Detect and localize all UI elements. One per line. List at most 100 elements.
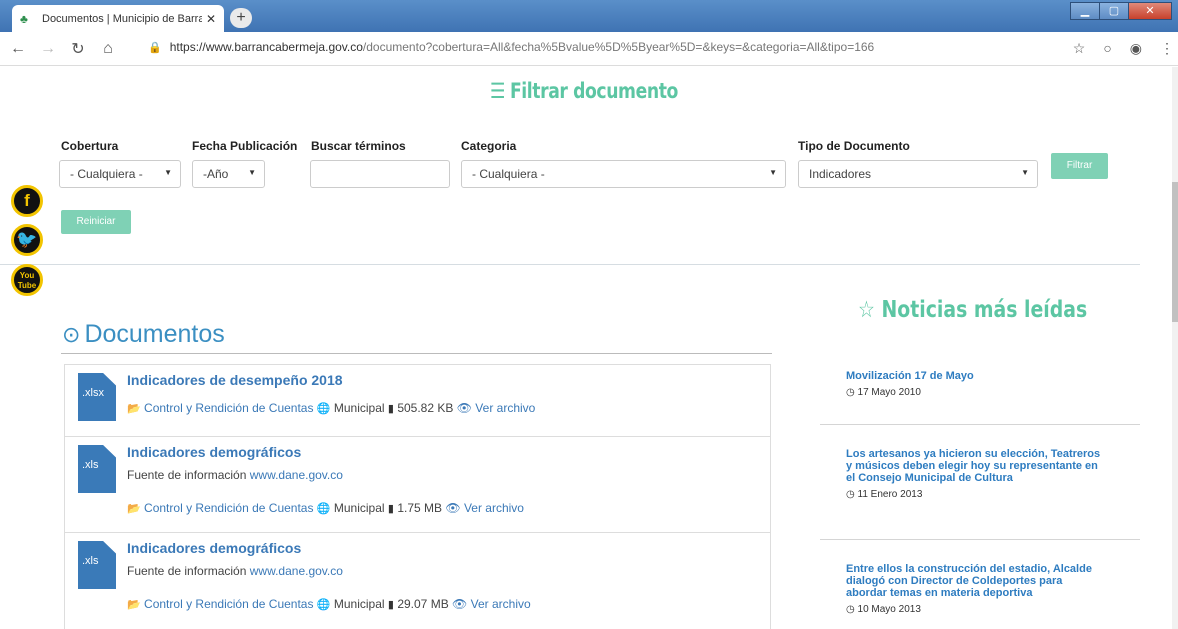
news-title-link[interactable]: Movilización 17 de Mayo: [846, 370, 1106, 382]
file-xlsx-icon: .xlsx: [78, 373, 116, 421]
category-link[interactable]: Control y Rendición de Cuentas: [144, 597, 313, 611]
toolbar-right-icons: ☆ ○ ◉ ⋮: [1073, 40, 1174, 57]
file-icon: ▮: [387, 599, 394, 611]
close-window-button[interactable]: ✕: [1128, 2, 1172, 20]
dot-circle-icon: ⊙: [62, 322, 81, 347]
extension-icon[interactable]: ○: [1103, 40, 1111, 57]
eye-icon: 👁: [445, 501, 461, 515]
home-icon[interactable]: ⌂: [96, 40, 120, 58]
document-title-link[interactable]: Indicadores de desempeño 2018: [127, 372, 343, 388]
youtube-icon[interactable]: You Tube: [11, 264, 43, 296]
back-icon[interactable]: ←: [6, 40, 30, 58]
globe-icon: 🌐: [316, 503, 331, 515]
divider: [820, 539, 1140, 540]
document-meta: 📂 Control y Rendición de Cuentas 🌐 Munic…: [127, 401, 535, 415]
url-host: https://www.barrancabermeja.gov.co: [169, 40, 363, 54]
buscar-label: Buscar términos: [311, 139, 406, 153]
view-file-link[interactable]: Ver archivo: [471, 597, 531, 611]
news-title-text: Noticias más leídas: [881, 297, 1088, 323]
news-date: ◷ 11 Enero 2013: [846, 489, 1106, 500]
news-date: ◷ 17 Mayo 2010: [846, 387, 1106, 398]
url-path: /documento?cobertura=All&fecha%5Bvalue%5…: [362, 40, 875, 54]
fecha-value: -Año: [203, 167, 229, 181]
news-title: ☆ Noticias más leídas: [858, 297, 1087, 323]
globe-icon: 🌐: [316, 403, 331, 415]
filter-title-text: Filtrar documento: [509, 79, 678, 103]
search-terms-input[interactable]: [310, 160, 450, 188]
file-xls-icon: .xls: [78, 541, 116, 589]
tab-title: Documentos | Municipio de Barra: [42, 12, 202, 25]
reiniciar-button[interactable]: Reiniciar: [61, 210, 131, 234]
file-icon: ▮: [387, 403, 394, 415]
fecha-select[interactable]: -Año ▼: [192, 160, 265, 188]
news-title-link[interactable]: Entre ellos la construcción del estadio,…: [846, 563, 1106, 599]
youtube-tube-text: Tube: [17, 281, 37, 290]
youtube-you-text: You: [19, 271, 35, 280]
chevron-down-icon: ▼: [769, 168, 777, 177]
fecha-label: Fecha Publicación: [192, 139, 298, 153]
description-text: Fuente de información: [127, 564, 247, 578]
star-icon: ☆: [858, 297, 882, 323]
news-date: ◷ 10 Mayo 2013: [846, 604, 1106, 615]
forward-icon[interactable]: →: [36, 40, 60, 58]
cobertura-select[interactable]: - Cualquiera - ▼: [59, 160, 181, 188]
file-size-text: 505.82 KB: [397, 401, 454, 415]
site-favicon-icon: ♣: [20, 11, 28, 26]
filtrar-button[interactable]: Filtrar: [1051, 153, 1108, 179]
cobertura-label: Cobertura: [61, 139, 119, 153]
document-item: .xlsx Indicadores de desempeño 2018 📂 Co…: [64, 364, 771, 437]
news-item: Entre ellos la construcción del estadio,…: [846, 563, 1106, 615]
description-text: Fuente de información: [127, 468, 247, 482]
categoria-value: - Cualquiera -: [472, 167, 545, 181]
new-tab-button[interactable]: +: [230, 8, 252, 28]
twitter-icon[interactable]: 🐦: [11, 224, 43, 256]
document-item: .xls Indicadores demográficos Fuente de …: [64, 532, 771, 629]
news-title-link[interactable]: Los artesanos ya hicieron su elección, T…: [846, 448, 1106, 484]
news-date-text: 17 Mayo 2010: [857, 387, 921, 398]
address-bar[interactable]: 🔒 https://www.barrancabermeja.gov.co/docu…: [148, 40, 874, 54]
categoria-label: Categoria: [461, 139, 517, 153]
tipo-value: Indicadores: [809, 167, 872, 181]
category-link[interactable]: Control y Rendición de Cuentas: [144, 401, 313, 415]
cobertura-value: - Cualquiera -: [70, 167, 143, 181]
source-link[interactable]: www.dane.gov.co: [250, 468, 343, 482]
source-link[interactable]: www.dane.gov.co: [250, 564, 343, 578]
category-link[interactable]: Control y Rendición de Cuentas: [144, 501, 313, 515]
scrollbar-thumb[interactable]: [1172, 182, 1178, 322]
document-title-link[interactable]: Indicadores demográficos: [127, 444, 301, 460]
eye-icon: 👁: [452, 597, 468, 611]
minimize-button[interactable]: ▁: [1070, 2, 1100, 20]
coverage-text: Municipal: [333, 401, 385, 415]
categoria-select[interactable]: - Cualquiera - ▼: [461, 160, 786, 188]
clock-icon: ◷: [846, 604, 858, 615]
coverage-text: Municipal: [333, 597, 385, 611]
file-size-text: 29.07 MB: [397, 597, 449, 611]
menu-icon[interactable]: ⋮: [1160, 40, 1174, 57]
folder-open-icon: 📂: [127, 503, 141, 515]
browser-tab[interactable]: ♣ Documentos | Municipio de Barra ✕: [12, 5, 224, 32]
file-icon: ▮: [387, 503, 394, 515]
view-file-link[interactable]: Ver archivo: [475, 401, 535, 415]
news-date-text: 10 Mayo 2013: [857, 604, 921, 615]
profile-icon[interactable]: ◉: [1130, 40, 1142, 57]
page-scrollbar[interactable]: [1172, 67, 1178, 629]
bookmark-star-icon[interactable]: ☆: [1073, 40, 1086, 57]
document-description: Fuente de información www.dane.gov.co: [127, 468, 343, 482]
maximize-button[interactable]: ▢: [1099, 2, 1129, 20]
browser-titlebar: ♣ Documentos | Municipio de Barra ✕ + ▁ …: [0, 0, 1178, 32]
page-content: ☰ Filtrar documento Cobertura Fecha Publi…: [0, 67, 1178, 629]
tipo-label: Tipo de Documento: [798, 139, 910, 153]
tipo-select[interactable]: Indicadores ▼: [798, 160, 1038, 188]
sliders-icon: ☰: [490, 79, 506, 103]
facebook-icon[interactable]: f: [11, 185, 43, 217]
reload-icon[interactable]: ↻: [66, 39, 90, 59]
divider: [820, 424, 1140, 425]
document-title-link[interactable]: Indicadores demográficos: [127, 540, 301, 556]
lock-icon: 🔒: [148, 42, 162, 54]
tab-close-icon[interactable]: ✕: [206, 12, 216, 26]
file-size-text: 1.75 MB: [397, 501, 443, 515]
view-file-link[interactable]: Ver archivo: [464, 501, 524, 515]
coverage-text: Municipal: [333, 501, 385, 515]
clock-icon: ◷: [846, 489, 858, 500]
document-meta: 📂 Control y Rendición de Cuentas 🌐 Munic…: [127, 501, 524, 515]
